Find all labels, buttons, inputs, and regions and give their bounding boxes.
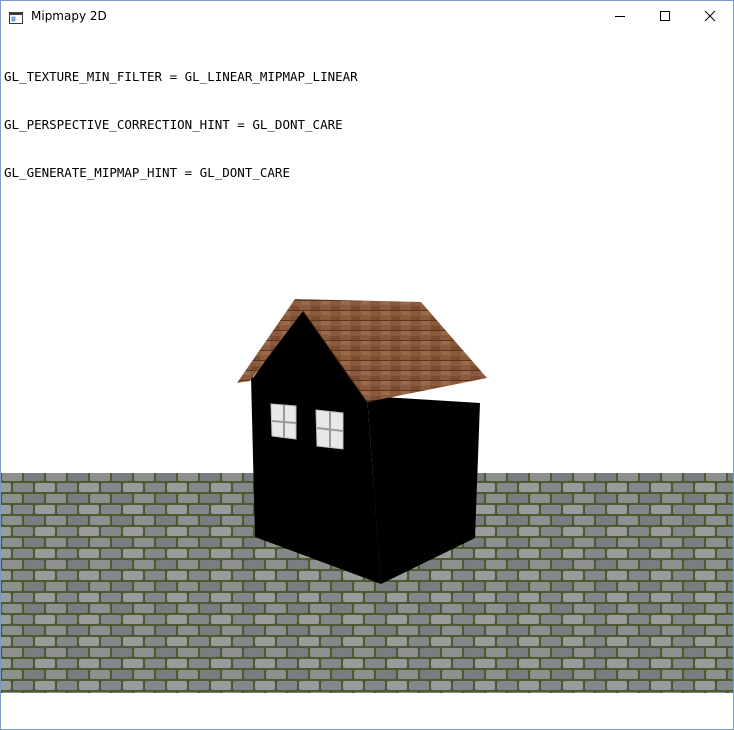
min-filter-text: GL_TEXTURE_MIN_FILTER = GL_LINEAR_MIPMAP… (4, 69, 358, 84)
house-window-left (270, 403, 297, 440)
mipmap-hint-text: GL_GENERATE_MIPMAP_HINT = GL_DONT_CARE (4, 165, 290, 180)
gl-parameters-overlay: GL_TEXTURE_MIN_FILTER = GL_LINEAR_MIPMAP… (4, 37, 358, 213)
app-window-icon (9, 9, 23, 24)
close-icon (704, 10, 716, 22)
minimize-icon (615, 16, 625, 17)
gl-viewport[interactable]: GL_TEXTURE_MIN_FILTER = GL_LINEAR_MIPMAP… (1, 31, 733, 729)
minimize-button[interactable] (597, 1, 643, 31)
window-title: Mipmapy 2D (31, 9, 107, 23)
house-window-right (315, 409, 344, 450)
maximize-icon (660, 11, 670, 21)
close-button[interactable] (687, 1, 733, 31)
perspective-hint-text: GL_PERSPECTIVE_CORRECTION_HINT = GL_DONT… (4, 117, 343, 132)
maximize-button[interactable] (642, 1, 688, 31)
app-window: Mipmapy 2D GL_TEXTURE_MIN_FILTER = GL_LI… (0, 0, 734, 730)
title-bar[interactable]: Mipmapy 2D (1, 1, 733, 31)
